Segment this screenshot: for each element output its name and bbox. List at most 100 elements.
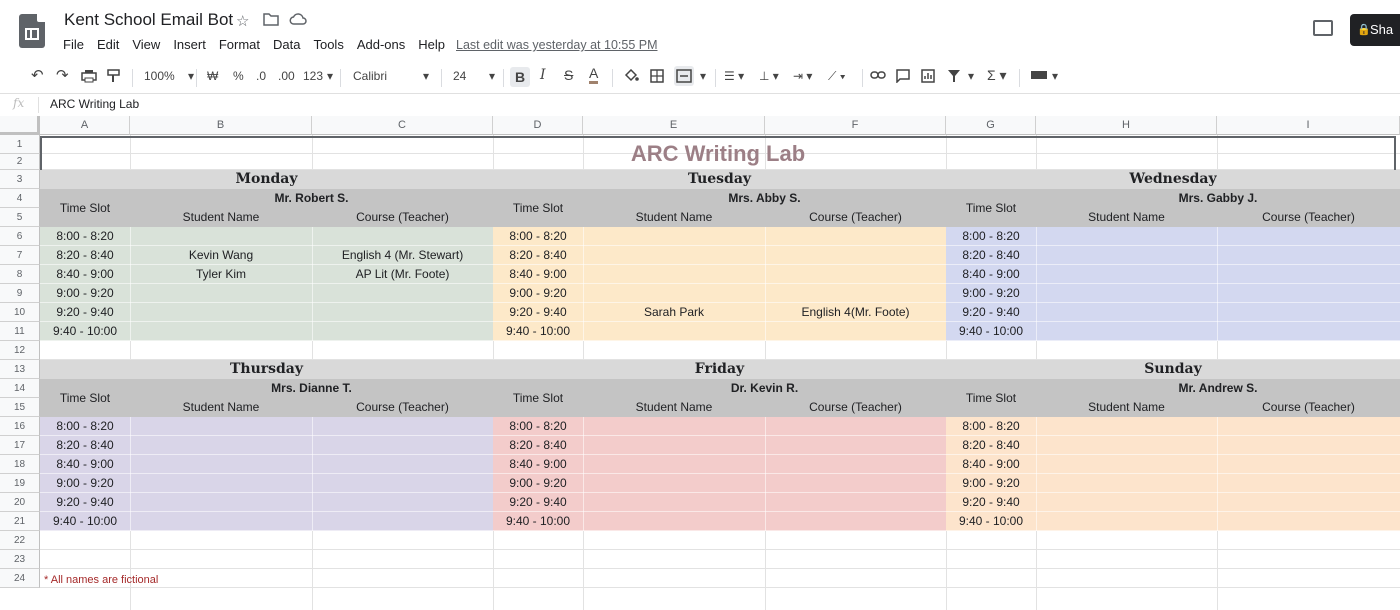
student-name-cell[interactable] <box>583 455 765 474</box>
student-name-header[interactable]: Student Name <box>583 208 765 227</box>
student-name-cell[interactable] <box>130 455 312 474</box>
course-cell[interactable]: English 4(Mr. Foote) <box>765 303 946 322</box>
time-slot-cell[interactable]: 8:20 - 8:40 <box>493 436 583 455</box>
row-header[interactable]: 15 <box>0 398 40 417</box>
column-header[interactable]: G <box>946 116 1036 135</box>
percent-format-button[interactable]: % <box>233 69 244 83</box>
time-slot-header[interactable]: Time Slot <box>946 379 1036 417</box>
time-slot-cell[interactable]: 8:00 - 8:20 <box>40 227 130 246</box>
filter-icon[interactable] <box>947 69 961 86</box>
time-slot-cell[interactable]: 9:00 - 9:20 <box>493 474 583 493</box>
course-cell[interactable] <box>765 455 946 474</box>
menu-item[interactable]: Help <box>418 37 445 52</box>
student-name-header[interactable]: Student Name <box>130 398 312 417</box>
day-header[interactable]: Tuesday <box>493 170 946 189</box>
column-header[interactable]: B <box>130 116 312 135</box>
course-cell[interactable] <box>312 227 493 246</box>
student-name-cell[interactable] <box>130 436 312 455</box>
time-slot-header[interactable]: Time Slot <box>493 189 583 227</box>
tutor-name[interactable]: Mrs. Gabby J. <box>1036 189 1400 208</box>
student-name-cell[interactable] <box>1036 455 1217 474</box>
student-name-cell[interactable] <box>583 436 765 455</box>
course-cell[interactable] <box>765 227 946 246</box>
student-name-cell[interactable] <box>583 322 765 341</box>
currency-format-button[interactable]: ₩ <box>207 69 218 83</box>
time-slot-cell[interactable]: 8:40 - 9:00 <box>493 265 583 284</box>
time-slot-header[interactable]: Time Slot <box>946 189 1036 227</box>
course-cell[interactable] <box>765 284 946 303</box>
insert-comment-icon[interactable] <box>896 69 910 86</box>
student-name-cell[interactable] <box>583 493 765 512</box>
tutor-name[interactable]: Mr. Andrew S. <box>1036 379 1400 398</box>
course-header[interactable]: Course (Teacher) <box>312 208 493 227</box>
course-cell[interactable] <box>765 417 946 436</box>
row-header[interactable]: 13 <box>0 360 40 379</box>
decrease-decimal-button[interactable]: .0 <box>256 69 266 83</box>
student-name-cell[interactable] <box>1036 512 1217 531</box>
time-slot-cell[interactable]: 9:40 - 10:00 <box>493 512 583 531</box>
student-name-cell[interactable] <box>583 284 765 303</box>
course-cell[interactable] <box>1217 322 1400 341</box>
chevron-down-icon[interactable]: ▾ <box>968 69 974 83</box>
menu-item[interactable]: Insert <box>173 37 206 52</box>
student-name-cell[interactable]: Kevin Wang <box>130 246 312 265</box>
course-cell[interactable] <box>765 436 946 455</box>
time-slot-cell[interactable]: 9:20 - 9:40 <box>493 303 583 322</box>
day-header[interactable]: Sunday <box>946 360 1400 379</box>
student-name-cell[interactable]: Tyler Kim <box>130 265 312 284</box>
row-header[interactable]: 3 <box>0 170 40 189</box>
course-cell[interactable] <box>765 493 946 512</box>
row-header[interactable]: 14 <box>0 379 40 398</box>
number-format-select[interactable]: 123 ▾ <box>303 69 333 83</box>
time-slot-cell[interactable]: 9:00 - 9:20 <box>40 474 130 493</box>
row-header[interactable]: 16 <box>0 417 40 436</box>
horizontal-align-icon[interactable]: ☰ ▾ <box>724 69 744 83</box>
course-cell[interactable] <box>765 474 946 493</box>
cloud-saved-icon[interactable] <box>289 12 307 30</box>
course-cell[interactable] <box>312 493 493 512</box>
row-header[interactable]: 21 <box>0 512 40 531</box>
row-header[interactable]: 5 <box>0 208 40 227</box>
chevron-down-icon[interactable]: ▾ <box>1052 69 1058 83</box>
student-name-cell[interactable] <box>583 512 765 531</box>
row-header[interactable]: 22 <box>0 531 40 550</box>
course-cell[interactable]: English 4 (Mr. Stewart) <box>312 246 493 265</box>
student-name-cell[interactable] <box>583 474 765 493</box>
font-family-select[interactable]: Calibri ▾ <box>353 69 433 83</box>
column-header[interactable]: C <box>312 116 493 135</box>
course-cell[interactable] <box>1217 246 1400 265</box>
insert-chart-icon[interactable] <box>921 69 935 86</box>
row-header[interactable]: 20 <box>0 493 40 512</box>
day-header[interactable]: Wednesday <box>946 170 1400 189</box>
student-name-cell[interactable] <box>130 474 312 493</box>
time-slot-cell[interactable]: 9:40 - 10:00 <box>493 322 583 341</box>
student-name-cell[interactable] <box>130 512 312 531</box>
select-all-corner[interactable] <box>0 116 40 135</box>
course-header[interactable]: Course (Teacher) <box>765 398 946 417</box>
course-cell[interactable] <box>1217 284 1400 303</box>
course-cell[interactable] <box>1217 417 1400 436</box>
student-name-cell[interactable] <box>1036 436 1217 455</box>
student-name-cell[interactable] <box>583 227 765 246</box>
time-slot-header[interactable]: Time Slot <box>40 189 130 227</box>
day-header[interactable]: Thursday <box>40 360 493 379</box>
merge-cells-icon[interactable] <box>674 66 694 86</box>
column-header[interactable]: D <box>493 116 583 135</box>
student-name-header[interactable]: Student Name <box>1036 398 1217 417</box>
course-cell[interactable] <box>1217 265 1400 284</box>
column-header[interactable]: H <box>1036 116 1217 135</box>
course-header[interactable]: Course (Teacher) <box>1217 398 1400 417</box>
row-header[interactable]: 8 <box>0 265 40 284</box>
row-header[interactable]: 10 <box>0 303 40 322</box>
last-edit-link[interactable]: Last edit was yesterday at 10:55 PM <box>456 38 658 52</box>
row-header[interactable]: 11 <box>0 322 40 341</box>
zoom-select[interactable]: 100% ▾ <box>144 69 194 83</box>
time-slot-header[interactable]: Time Slot <box>493 379 583 417</box>
undo-icon[interactable]: ↶ <box>31 66 44 84</box>
student-name-cell[interactable]: Sarah Park <box>583 303 765 322</box>
student-name-cell[interactable] <box>130 227 312 246</box>
time-slot-cell[interactable]: 8:40 - 9:00 <box>946 455 1036 474</box>
student-name-cell[interactable] <box>1036 493 1217 512</box>
course-header[interactable]: Course (Teacher) <box>765 208 946 227</box>
time-slot-cell[interactable]: 8:00 - 8:20 <box>493 227 583 246</box>
